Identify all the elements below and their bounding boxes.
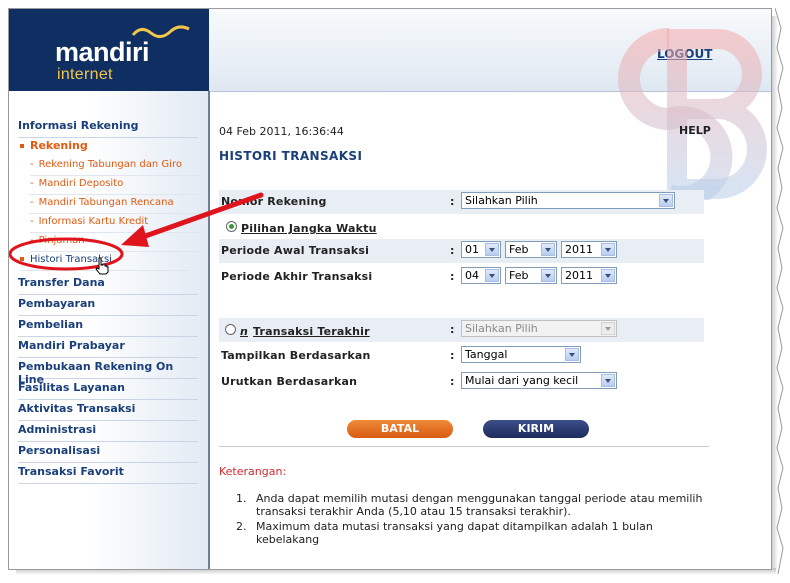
note-item: 2. Maximum data mutasi transaksi yang dap… (236, 520, 706, 546)
sidebar-menu-transaksi-favorit[interactable]: Transaksi Favorit (18, 465, 198, 484)
start-month-select[interactable]: Feb (505, 241, 557, 258)
sidebar-section-informasi-rekening[interactable]: Informasi Rekening (18, 119, 198, 138)
hand-cursor-icon (95, 257, 109, 275)
sidebar-item-pinjaman[interactable]: - Pinjaman (30, 235, 200, 252)
row-urutkan: Urutkan Berdasarkan : Mulai dari yang ke… (219, 370, 704, 394)
sidebar-menu-pembukaan-rekening[interactable]: Pembukaan Rekening On Line (18, 360, 198, 386)
period-option-label: Pilihan Jangka Waktu (241, 222, 377, 235)
chevron-down-icon (601, 374, 615, 387)
colon: : (450, 195, 455, 208)
start-year-select[interactable]: 2011 (561, 241, 617, 258)
colon: : (450, 375, 455, 388)
radio-jangka-waktu[interactable] (226, 221, 237, 232)
chevron-down-icon (541, 269, 555, 282)
n-prefix: n (240, 325, 249, 338)
sidebar-menu-aktivitas-transaksi[interactable]: Aktivitas Transaksi (18, 402, 198, 421)
note-item: 1. Anda dapat memilih mutasi dengan mengg… (236, 492, 706, 518)
torn-edge (775, 8, 784, 574)
row-tampilkan: Tampilkan Berdasarkan : Tanggal (219, 344, 704, 368)
submit-button[interactable]: KIRIM (483, 420, 589, 438)
start-month-value: Feb (509, 243, 529, 256)
sidebar-menu-mandiri-prabayar[interactable]: Mandiri Prabayar (18, 339, 198, 358)
show-by-label: Tampilkan Berdasarkan (221, 349, 371, 362)
n-transaksi-value: Silahkan Pilih (465, 322, 538, 335)
sidebar-item-label: Mandiri Tabungan Rencana (38, 197, 174, 208)
note-number: 1. (236, 492, 247, 505)
bullet-icon (20, 257, 24, 261)
chevron-down-icon (601, 243, 615, 256)
sidebar-item-label: Mandiri Deposito (38, 178, 124, 189)
sidebar-menu-pembelian[interactable]: Pembelian (18, 318, 198, 337)
main-content: 04 Feb 2011, 16:36:44 HELP HISTORI TRANS… (210, 91, 771, 569)
row-n-transaksi: n Transaksi Terakhir : Silahkan Pilih (219, 318, 704, 342)
sidebar-group-label: Rekening (30, 139, 88, 152)
sort-label: Urutkan Berdasarkan (221, 375, 358, 388)
notes-list: 1. Anda dapat memilih mutasi dengan mengg… (236, 492, 706, 548)
colon: : (450, 244, 455, 257)
brand-name: mandiri (55, 37, 150, 67)
sidebar-menu-personalisasi[interactable]: Personalisasi (18, 444, 198, 463)
chevron-down-icon (659, 194, 673, 207)
note-text: Maximum data mutasi transaksi yang dapat… (256, 520, 653, 546)
end-month-select[interactable]: Feb (505, 267, 557, 284)
sidebar-item-kartu-kredit[interactable]: - Informasi Kartu Kredit (30, 216, 200, 233)
chevron-down-icon (601, 322, 615, 335)
account-label: Nomor Rekening (221, 195, 327, 208)
sidebar: Informasi Rekening Rekening - Rekening Ta… (9, 91, 209, 569)
brand-logo: mandiri internet (9, 9, 209, 91)
row-periode-akhir: Periode Akhir Transaksi : 04 Feb 2011 (219, 265, 704, 289)
sort-select[interactable]: Mulai dari yang kecil (461, 372, 617, 389)
row-nomor-rekening: Nomor Rekening : Silahkan Pilih (219, 190, 704, 214)
n-transaksi-select[interactable]: Silahkan Pilih (461, 320, 617, 337)
browser-page: mandiri internet LOGOUT Informasi Rekeni… (8, 8, 772, 570)
help-link[interactable]: HELP (679, 124, 711, 137)
sidebar-item-mandiri-deposito[interactable]: - Mandiri Deposito (30, 178, 200, 195)
start-day-select[interactable]: 01 (461, 241, 501, 258)
bullet-icon (20, 144, 24, 148)
row-periode-awal: Periode Awal Transaksi : 01 Feb 2011 (219, 239, 704, 263)
end-year-select[interactable]: 2011 (561, 267, 617, 284)
sidebar-item-label: Informasi Kartu Kredit (38, 216, 149, 227)
chevron-down-icon (485, 269, 499, 282)
cancel-button[interactable]: BATAL (347, 420, 453, 438)
section-divider (219, 446, 709, 447)
show-by-select[interactable]: Tanggal (461, 346, 581, 363)
end-month-value: Feb (509, 269, 529, 282)
colon: : (450, 323, 455, 336)
sidebar-menu-fasilitas-layanan[interactable]: Fasilitas Layanan (18, 381, 198, 400)
end-day-select[interactable]: 04 (461, 267, 501, 284)
colon: : (450, 349, 455, 362)
account-select-value: Silahkan Pilih (465, 194, 538, 207)
note-text: Anda dapat memilih mutasi dengan menggun… (256, 492, 703, 518)
brand-sub: internet (57, 66, 113, 83)
n-option-label: Transaksi Terakhir (253, 325, 370, 338)
start-label: Periode Awal Transaksi (221, 244, 370, 257)
chevron-down-icon (541, 243, 555, 256)
start-year-value: 2011 (565, 243, 593, 256)
page-title: HISTORI TRANSAKSI (219, 149, 363, 163)
chevron-down-icon (485, 243, 499, 256)
chevron-down-icon (565, 348, 579, 361)
note-number: 2. (236, 520, 247, 533)
radio-n-transaksi[interactable] (225, 324, 236, 335)
end-label: Periode Akhir Transaksi (221, 270, 373, 283)
colon: : (450, 270, 455, 283)
sidebar-item-label: Pinjaman (38, 235, 85, 246)
sidebar-item-tabungan-rencana[interactable]: - Mandiri Tabungan Rencana (30, 197, 200, 214)
sidebar-menu-transfer-dana[interactable]: Transfer Dana (18, 276, 198, 295)
show-by-value: Tanggal (465, 348, 508, 361)
current-datetime: 04 Feb 2011, 16:36:44 (219, 125, 344, 138)
sidebar-menu-pembayaran[interactable]: Pembayaran (18, 297, 198, 316)
sidebar-menu-administrasi[interactable]: Administrasi (18, 423, 198, 442)
end-day-value: 04 (465, 269, 479, 282)
chevron-down-icon (601, 269, 615, 282)
sidebar-item-label: Rekening Tabungan dan Giro (38, 159, 182, 170)
notes-title: Keterangan: (219, 465, 287, 478)
sidebar-group-rekening[interactable]: Rekening (20, 139, 88, 152)
sort-value: Mulai dari yang kecil (465, 374, 579, 387)
start-day-value: 01 (465, 243, 479, 256)
sidebar-item-rekening-tabungan-giro[interactable]: - Rekening Tabungan dan Giro (30, 159, 200, 176)
end-year-value: 2011 (565, 269, 593, 282)
account-select[interactable]: Silahkan Pilih (461, 192, 675, 209)
